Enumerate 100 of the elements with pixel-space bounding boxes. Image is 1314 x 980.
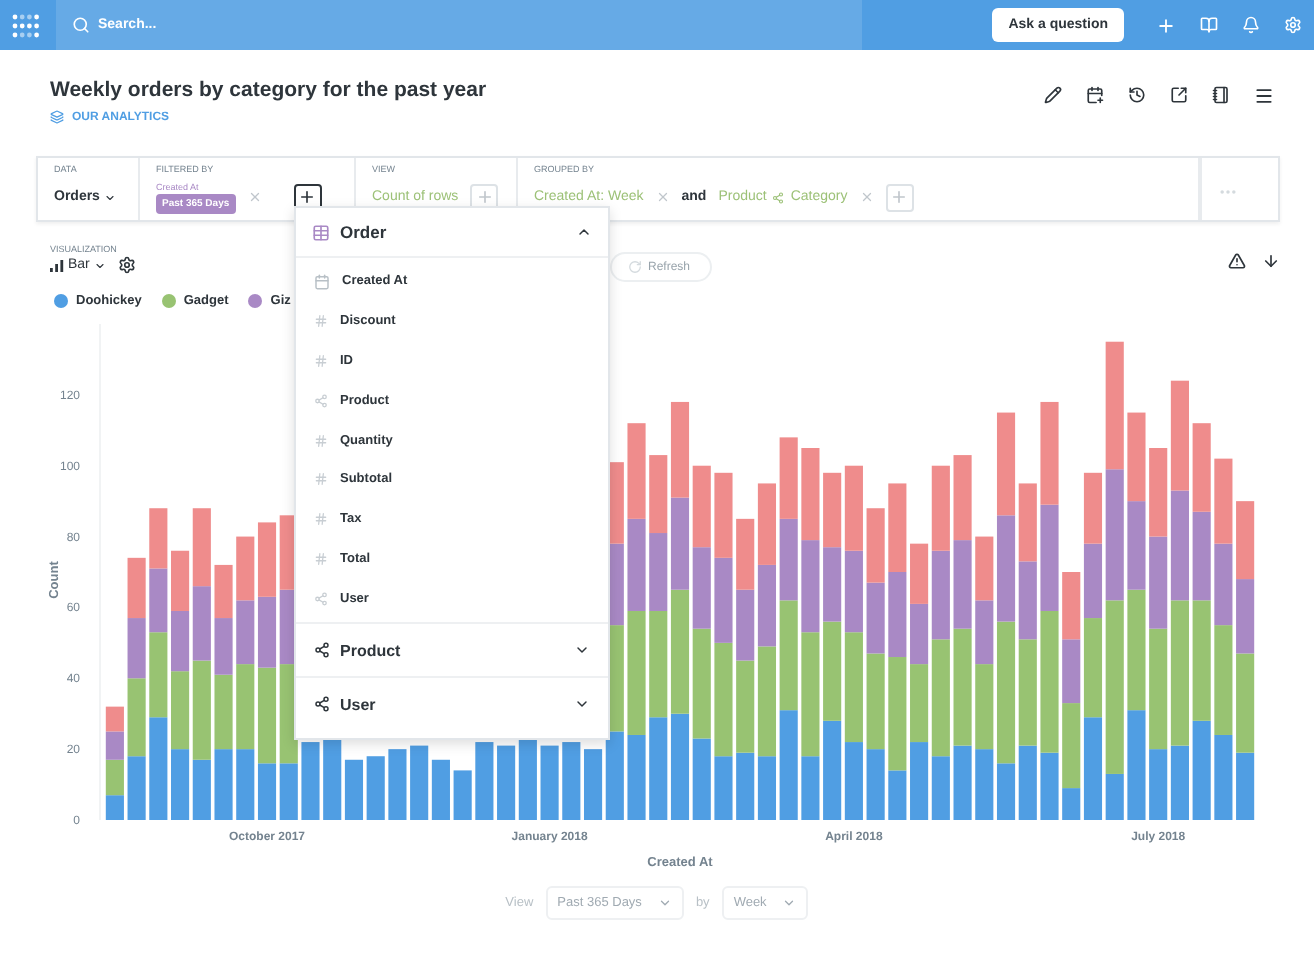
history-icon[interactable] <box>1128 86 1146 104</box>
bar-segment <box>779 600 798 711</box>
bar-segment <box>1018 639 1037 746</box>
bar-segment <box>214 564 233 619</box>
add-grouping-button[interactable] <box>885 183 914 211</box>
bar-segment <box>410 745 429 820</box>
download-icon[interactable] <box>1262 252 1280 270</box>
remove-icon[interactable] <box>655 190 670 204</box>
connection-icon <box>314 591 328 606</box>
remove-icon[interactable] <box>859 190 874 204</box>
bar-segment <box>627 518 646 611</box>
connection-icon <box>314 642 330 659</box>
menu-icon[interactable] <box>1254 86 1274 106</box>
bar-segment <box>1214 734 1233 820</box>
warning-icon[interactable] <box>1228 252 1246 270</box>
bar-segment <box>1170 490 1189 601</box>
bar-segment <box>931 465 950 551</box>
bar-segment <box>823 472 842 548</box>
connection-icon <box>314 696 330 713</box>
bar-chart-icon <box>50 259 64 271</box>
search-icon <box>72 16 90 34</box>
bar-segment <box>257 596 277 668</box>
bar-segment <box>649 717 668 820</box>
bar-segment <box>1040 401 1059 505</box>
bar-segment <box>627 423 646 519</box>
bar-segment <box>736 518 755 590</box>
bar-segment <box>1127 412 1146 502</box>
chevron-down-icon <box>574 642 590 659</box>
bar-segment <box>149 568 168 633</box>
bar-segment <box>192 586 211 661</box>
bar-segment <box>1170 380 1189 491</box>
bar-segment <box>866 749 885 820</box>
bar-segment <box>192 508 211 587</box>
bar-segment <box>1192 511 1211 601</box>
bar-segment <box>1192 720 1211 820</box>
bar-segment <box>866 653 885 750</box>
bar-segment <box>692 465 711 548</box>
bar-segment <box>1214 625 1233 735</box>
bar-segment <box>431 759 450 820</box>
bar-segment <box>149 717 168 820</box>
bar-segment <box>844 465 863 551</box>
table-section[interactable]: Product <box>296 622 608 677</box>
bell-icon[interactable] <box>1242 16 1260 34</box>
bar-segment <box>344 759 364 820</box>
bar-segment <box>1127 710 1146 820</box>
hash-icon <box>314 314 328 329</box>
bar-segment <box>171 749 190 820</box>
hash-icon <box>314 512 328 527</box>
bar-segment <box>670 401 690 498</box>
share-icon[interactable] <box>1170 86 1188 104</box>
pencil-icon[interactable] <box>1044 86 1062 104</box>
bar-segment <box>692 628 711 739</box>
bar-segment <box>844 632 863 743</box>
table-section[interactable]: User <box>296 676 608 731</box>
bar-segment <box>866 508 885 583</box>
bar-segment <box>105 706 124 732</box>
bar-segment <box>1192 423 1211 512</box>
bar-segment <box>540 745 559 820</box>
bar-segment <box>888 483 907 572</box>
bar-segment <box>214 618 233 675</box>
connection-icon <box>314 393 328 408</box>
bar-segment <box>1214 458 1233 544</box>
bar-segment <box>649 610 668 718</box>
bar-segment <box>1214 543 1233 626</box>
bar-segment <box>257 522 277 597</box>
question-title: Weekly orders by category for the past year <box>50 78 487 102</box>
bar-segment <box>171 550 190 611</box>
plus-icon[interactable] <box>1156 15 1176 35</box>
bar-segment <box>779 518 798 601</box>
bar-segment <box>171 671 190 750</box>
bar-segment <box>236 749 255 820</box>
bar-segment <box>692 738 711 820</box>
bar-segment <box>996 412 1016 516</box>
bar-segment <box>1236 579 1255 654</box>
bar-segment <box>453 770 472 820</box>
bar-segment <box>757 564 776 647</box>
bar-segment <box>127 678 146 757</box>
bar-segment <box>953 540 972 629</box>
bar-segment <box>844 742 863 820</box>
bar-segment <box>475 742 494 820</box>
hash-icon <box>314 433 328 448</box>
settings-icon[interactable] <box>117 256 136 274</box>
logo-icon[interactable] <box>12 13 40 37</box>
bar-segment <box>779 710 798 820</box>
bar-segment <box>953 455 972 541</box>
remove-icon[interactable] <box>247 190 262 204</box>
bar-segment <box>844 550 863 633</box>
bar-segment <box>757 483 776 565</box>
table-header[interactable]: Order <box>296 208 608 258</box>
hash-icon <box>314 353 328 368</box>
bar-segment <box>105 731 124 760</box>
plus-icon <box>475 188 494 206</box>
bar-segment <box>214 749 233 820</box>
bar-segment <box>236 536 255 601</box>
bar-segment <box>823 621 842 721</box>
table-icon <box>312 223 330 241</box>
refresh-icon <box>628 260 642 274</box>
bar-segment <box>1127 589 1146 711</box>
bar-segment <box>214 674 233 750</box>
bar-segment <box>823 720 842 820</box>
